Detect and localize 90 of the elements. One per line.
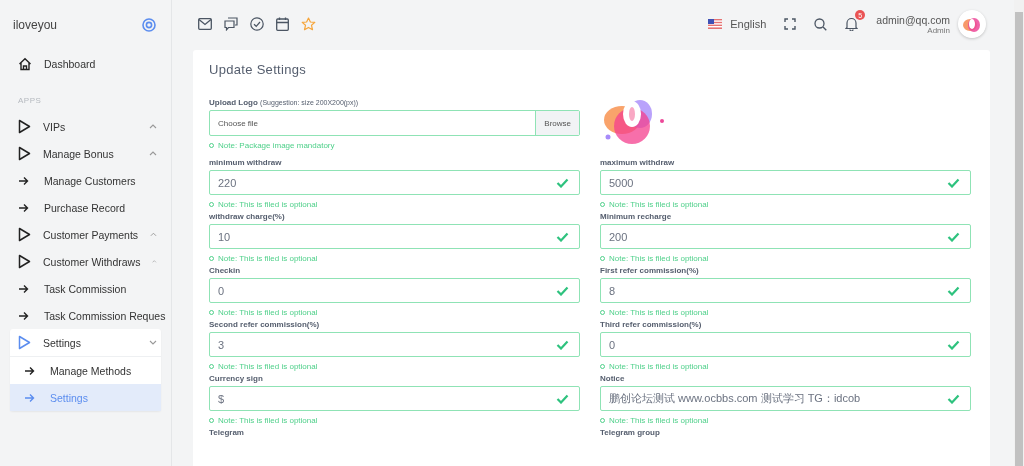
play-icon <box>18 119 31 134</box>
avatar-logo[interactable] <box>958 10 986 38</box>
caret-icon <box>150 232 157 237</box>
file-input[interactable]: Choose file Browse <box>209 110 580 136</box>
check-icon <box>556 177 569 188</box>
arrow-icon <box>24 365 35 376</box>
caret-icon <box>149 124 157 129</box>
caret-icon <box>149 151 157 156</box>
field-note: Note: This is filed is optional <box>600 361 971 372</box>
play-icon <box>18 254 31 269</box>
home-icon <box>18 56 32 71</box>
field-note: Note: This is filed is optional <box>600 253 971 264</box>
field-note: Note: Package image mandatory <box>209 140 580 151</box>
field-note: Note: This is filed is optional <box>600 307 971 318</box>
check-circle-icon[interactable] <box>250 17 264 31</box>
field-label: Checkin <box>209 265 242 276</box>
input-field[interactable]: 3 <box>209 332 580 357</box>
field-note: Note: This is filed is optional <box>209 415 580 426</box>
nav-item[interactable]: Manage Methods <box>10 357 161 384</box>
flag-icon <box>708 19 723 29</box>
browse-button[interactable]: Browse <box>535 111 579 135</box>
scrollbar[interactable] <box>1014 0 1024 466</box>
field-label: Telegram <box>209 427 245 438</box>
field-label: withdraw charge(%) <box>209 211 286 222</box>
nav-item[interactable]: Task Commission <box>10 275 161 302</box>
check-icon <box>556 339 569 350</box>
check-icon <box>947 393 960 404</box>
nav-group[interactable]: Customer Withdraws <box>10 248 161 275</box>
arrow-icon <box>18 175 29 186</box>
check-icon <box>556 285 569 296</box>
nav-group[interactable]: VIPs <box>10 113 161 140</box>
input-field[interactable]: $ <box>209 386 580 411</box>
check-icon <box>947 339 960 350</box>
fullscreen-icon[interactable] <box>784 18 797 30</box>
target-icon[interactable] <box>142 18 156 32</box>
nav-item[interactable]: Dashboard <box>10 50 161 77</box>
field-label: Minimum recharge <box>600 211 673 222</box>
arrow-icon <box>24 392 35 403</box>
check-icon <box>947 177 960 188</box>
calendar-icon[interactable] <box>276 17 289 31</box>
language-selector[interactable]: English <box>708 18 767 30</box>
input-field[interactable]: 8 <box>600 278 971 303</box>
field-label: Third refer commission(%) <box>600 319 703 330</box>
caret-icon <box>152 259 157 264</box>
nav-group[interactable]: Settings <box>10 329 161 357</box>
arrow-icon <box>18 283 29 294</box>
field-label: Currency sign <box>209 373 264 384</box>
input-field[interactable]: 220 <box>209 170 580 195</box>
play-icon <box>18 335 31 350</box>
field-label: Telegram group <box>600 427 661 438</box>
field-label: minimum withdraw <box>209 157 283 168</box>
section-label: APPS <box>17 95 43 107</box>
field-note: Note: This is filed is optional <box>600 415 971 426</box>
field-note: Note: This is filed is optional <box>600 199 971 210</box>
brand-name: iloveyou <box>13 18 58 32</box>
nav-group[interactable]: Manage Bonus <box>10 140 161 167</box>
play-icon <box>18 146 31 161</box>
card-title: Update Settings <box>209 62 307 77</box>
user-email: admin@qq.com <box>876 13 950 26</box>
play-icon <box>18 227 31 242</box>
field-note: Note: This is filed is optional <box>209 307 580 318</box>
field-label: First refer commission(%) <box>600 265 700 276</box>
input-field[interactable]: 0 <box>209 278 580 303</box>
check-icon <box>556 393 569 404</box>
field-label: maximum withdraw <box>600 157 676 168</box>
check-icon <box>947 231 960 242</box>
input-field[interactable]: 0 <box>600 332 971 357</box>
field-note: Note: This is filed is optional <box>209 253 580 264</box>
bell-icon[interactable] <box>845 17 859 31</box>
arrow-icon <box>18 310 29 321</box>
user-role: Admin <box>927 25 950 35</box>
input-field[interactable]: 10 <box>209 224 580 249</box>
star-icon[interactable] <box>301 17 316 31</box>
check-icon <box>947 285 960 296</box>
mail-icon[interactable] <box>198 18 212 30</box>
nav-group[interactable]: Customer Payments <box>10 221 161 248</box>
field-note: Note: This is filed is optional <box>209 199 580 210</box>
input-field[interactable]: 5000 <box>600 170 971 195</box>
field-note: Note: This is filed is optional <box>209 361 580 372</box>
field-label: Second refer commission(%) <box>209 319 321 330</box>
check-icon <box>556 231 569 242</box>
caret-icon <box>149 340 157 345</box>
input-field[interactable]: 鹏创论坛测试 www.ocbbs.com 测试学习 TG：idcob <box>600 386 971 411</box>
chat-icon[interactable] <box>224 17 238 31</box>
nav-item[interactable]: Manage Customers <box>10 167 161 194</box>
arrow-icon <box>18 202 29 213</box>
nav-item[interactable]: Purchase Record <box>10 194 161 221</box>
search-icon[interactable] <box>814 17 828 31</box>
input-field[interactable]: 200 <box>600 224 971 249</box>
field-label: Notice <box>600 373 626 384</box>
